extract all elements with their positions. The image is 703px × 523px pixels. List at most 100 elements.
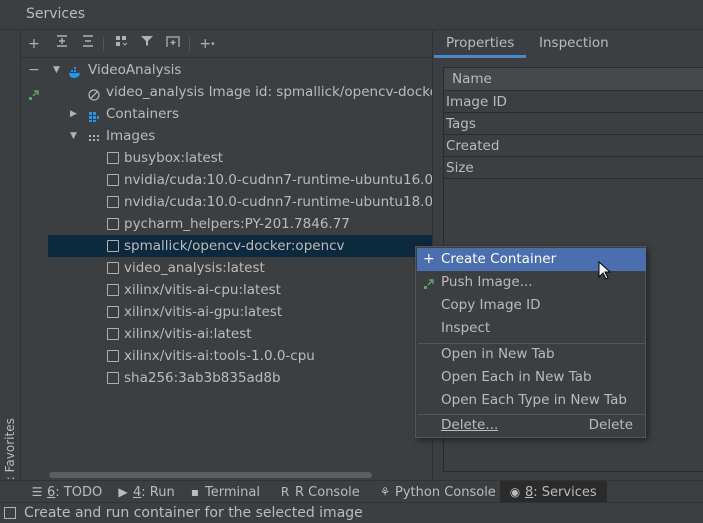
new-tab-icon[interactable] bbox=[163, 34, 183, 54]
details-tabs: Properties Inspection bbox=[433, 30, 703, 58]
tree-node-connection[interactable]: video_analysis Image id: spmallick/openc… bbox=[48, 81, 432, 103]
menu-item-open-in-new-tab[interactable]: Open in New Tab bbox=[417, 343, 646, 366]
menu-item-label: Copy Image ID bbox=[441, 297, 541, 313]
tool-tab-label: : TODO bbox=[55, 485, 103, 500]
image-icon bbox=[107, 284, 119, 296]
tree-node-label: Images bbox=[106, 128, 156, 144]
run-icon: ▶ bbox=[118, 485, 128, 499]
left-tool-strip: 2: Favorites ★ bbox=[0, 30, 21, 497]
todo-icon: ☰ bbox=[31, 485, 43, 499]
tab-properties[interactable]: Properties bbox=[434, 30, 527, 58]
image-icon bbox=[107, 372, 119, 384]
services-icon: ◉ bbox=[509, 485, 521, 499]
menu-item-copy-image-id[interactable]: Copy Image ID bbox=[417, 294, 646, 317]
services-title-bar: Services bbox=[0, 0, 703, 30]
image-icon bbox=[107, 196, 119, 208]
image-item[interactable]: xilinx/vitis-ai:latest bbox=[48, 323, 432, 345]
image-icon bbox=[107, 262, 119, 274]
image-icon bbox=[107, 306, 119, 318]
tool-tab-label: : Services bbox=[533, 485, 597, 500]
image-item[interactable]: pycharm_helpers:PY-201.7846.77 bbox=[48, 213, 432, 235]
tool-tab-python-console[interactable]: ⚘ Python Console bbox=[378, 481, 496, 503]
collapse-icon[interactable]: − bbox=[27, 63, 41, 77]
property-row-image-id[interactable]: Image ID bbox=[444, 91, 703, 113]
group-icon[interactable] bbox=[111, 34, 131, 54]
tab-inspection[interactable]: Inspection bbox=[527, 30, 621, 58]
toolbar-separator bbox=[103, 37, 104, 51]
deploy-icon[interactable] bbox=[27, 89, 41, 103]
blocked-icon bbox=[88, 86, 100, 101]
menu-item-open-each-in-new-tab[interactable]: Open Each in New Tab bbox=[417, 366, 646, 389]
image-item-label: nvidia/cuda:10.0-cudnn7-runtime-ubuntu16… bbox=[124, 172, 432, 188]
image-item-label: xilinx/vitis-ai:tools-1.0.0-cpu bbox=[124, 348, 315, 364]
tree-gutter: − bbox=[21, 58, 48, 470]
tool-tab-label: Terminal bbox=[205, 485, 260, 500]
services-tree: ▼ VideoAnalysis video_analysis Image id:… bbox=[48, 58, 432, 470]
expand-all-icon[interactable] bbox=[52, 34, 72, 54]
image-item[interactable]: busybox:latest bbox=[48, 147, 432, 169]
docker-icon bbox=[68, 64, 80, 78]
property-row-size[interactable]: Size bbox=[444, 157, 703, 179]
window-title: Services bbox=[26, 6, 86, 22]
toolbar-separator bbox=[189, 37, 190, 51]
property-row-created[interactable]: Created bbox=[444, 135, 703, 157]
tree-node-videoanalysis[interactable]: ▼ VideoAnalysis bbox=[48, 59, 432, 81]
menu-item-label: Push Image... bbox=[441, 274, 533, 290]
image-item[interactable]: xilinx/vitis-ai:tools-1.0.0-cpu bbox=[48, 345, 432, 367]
mouse-cursor-icon bbox=[598, 261, 612, 280]
image-item-label: sha256:3ab3b835ad8b bbox=[124, 370, 281, 386]
tool-windows-toggle-icon[interactable] bbox=[4, 507, 16, 519]
image-item[interactable]: xilinx/vitis-ai-cpu:latest bbox=[48, 279, 432, 301]
tool-tab-terminal[interactable]: ▪ Terminal bbox=[188, 481, 260, 503]
chevron-right-icon[interactable]: ▶ bbox=[70, 103, 80, 125]
tool-tab-services[interactable]: ◉ 8: Services bbox=[500, 481, 607, 503]
image-icon bbox=[107, 218, 119, 230]
horizontal-scrollbar[interactable] bbox=[48, 470, 432, 480]
image-item-label: pycharm_helpers:PY-201.7846.77 bbox=[124, 216, 350, 232]
image-item[interactable]: xilinx/vitis-ai-gpu:latest bbox=[48, 301, 432, 323]
image-item-label: video_analysis:latest bbox=[124, 260, 265, 276]
image-item-label: busybox:latest bbox=[124, 150, 224, 166]
property-row-tags[interactable]: Tags bbox=[444, 113, 703, 135]
menu-item-delete[interactable]: Delete... Delete bbox=[417, 414, 646, 437]
tree-node-containers[interactable]: ▶ Containers bbox=[48, 103, 432, 125]
status-text: Create and run container for the selecte… bbox=[24, 505, 363, 521]
image-item-label: xilinx/vitis-ai-cpu:latest bbox=[124, 282, 281, 298]
image-icon bbox=[107, 240, 119, 252]
menu-item-label: Inspect bbox=[441, 320, 491, 336]
chevron-down-icon[interactable]: ▼ bbox=[70, 125, 80, 147]
r-console-icon: R bbox=[280, 485, 290, 499]
plus-icon: + bbox=[423, 251, 435, 267]
tree-node-images[interactable]: ▼ Images bbox=[48, 125, 432, 147]
tool-tab-run[interactable]: ▶ 4: Run bbox=[116, 481, 174, 503]
menu-item-shortcut: Delete bbox=[588, 417, 633, 433]
tool-tab-r-console[interactable]: R R Console bbox=[278, 481, 360, 503]
menu-item-open-each-type-in-new-tab[interactable]: Open Each Type in New Tab bbox=[417, 389, 646, 412]
image-item[interactable]: video_analysis:latest bbox=[48, 257, 432, 279]
column-header-name[interactable]: Name bbox=[444, 68, 703, 91]
menu-item-label: Create Container bbox=[441, 251, 557, 267]
tool-tab-label: R Console bbox=[295, 485, 360, 500]
collapse-all-icon[interactable] bbox=[78, 34, 98, 54]
menu-item-inspect[interactable]: Inspect bbox=[417, 317, 646, 340]
image-item[interactable]: sha256:3ab3b835ad8b bbox=[48, 367, 432, 389]
image-item-label: xilinx/vitis-ai:latest bbox=[124, 326, 252, 342]
add-icon[interactable]: + bbox=[24, 34, 44, 54]
image-item[interactable]: nvidia/cuda:10.0-cudnn7-runtime-ubuntu18… bbox=[48, 191, 432, 213]
filter-icon[interactable] bbox=[137, 34, 157, 54]
services-toolbar: + +▾ bbox=[21, 30, 432, 58]
image-icon bbox=[107, 328, 119, 340]
image-item-selected[interactable]: spmallick/opencv-docker:opencv bbox=[48, 235, 432, 257]
scrollbar-thumb[interactable] bbox=[49, 472, 372, 478]
tool-window-bar: ☰ 6: TODO ▶ 4: Run ▪ Terminal R R Console ⚘ P… bbox=[0, 480, 703, 503]
image-item[interactable]: nvidia/cuda:10.0-cudnn7-runtime-ubuntu16… bbox=[48, 169, 432, 191]
chevron-down-icon[interactable]: ▼ bbox=[53, 59, 63, 81]
tree-node-label: Containers bbox=[106, 106, 180, 122]
add-service-icon[interactable]: +▾ bbox=[197, 34, 217, 54]
tool-tab-todo[interactable]: ☰ 6: TODO bbox=[30, 481, 103, 503]
status-bar: Create and run container for the selecte… bbox=[0, 502, 703, 523]
image-item-label: spmallick/opencv-docker:opencv bbox=[124, 238, 345, 254]
tree-node-label: VideoAnalysis bbox=[88, 62, 182, 78]
menu-item-label: Open Each in New Tab bbox=[441, 369, 592, 385]
tree-node-label: video_analysis Image id: spmallick/openc… bbox=[106, 84, 432, 100]
